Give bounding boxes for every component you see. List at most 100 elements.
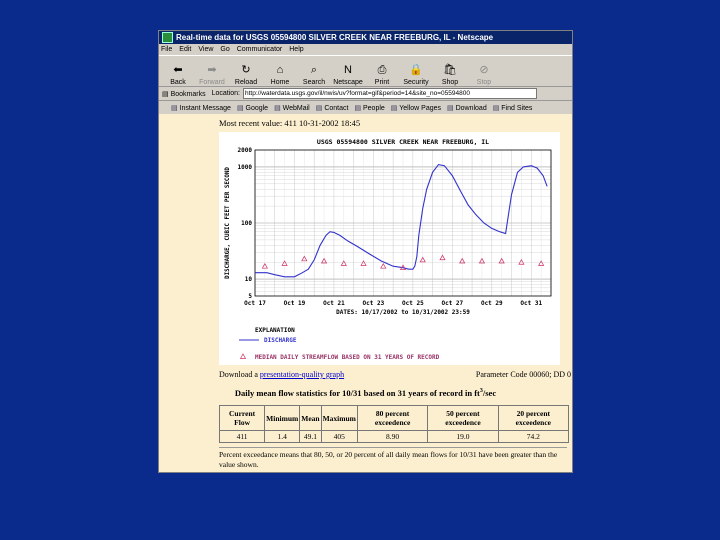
x-tick-label: Oct 23 — [363, 300, 385, 307]
title-bar: Real-time data for USGS 05594800 SILVER … — [159, 31, 572, 44]
forward-arrow-icon: ➡ — [207, 64, 217, 76]
toolbar-label: Back — [170, 79, 186, 86]
menu-help[interactable]: Help — [289, 46, 303, 53]
stats-header: Maximum — [320, 405, 358, 431]
personal-item-find-sites[interactable]: Find Sites — [493, 104, 532, 112]
search-icon: ⌕ — [310, 64, 318, 76]
stats-header: Mean — [299, 405, 322, 431]
discharge-graph: USGS 05594800 SILVER CREEK NEAR FREEBURG… — [219, 132, 560, 365]
x-tick-label: Oct 21 — [323, 300, 345, 307]
shop-icon: 🛍 — [443, 64, 457, 76]
x-tick-label: Oct 25 — [402, 300, 424, 307]
x-tick-label: Oct 29 — [481, 300, 503, 307]
menu-bar: File Edit View Go Communicator Help — [159, 44, 572, 56]
stats-cell: 74.2 — [497, 430, 570, 443]
menu-go[interactable]: Go — [220, 46, 229, 53]
stats-cell: 8.90 — [356, 430, 429, 443]
page-content: Most recent value: 411 10-31-2002 18:45 … — [159, 114, 572, 472]
toolbar-label: Reload — [234, 79, 258, 86]
personal-item-webmail[interactable]: WebMail — [274, 104, 310, 112]
toolbar-label: Netscape — [333, 79, 363, 86]
stats-value-row: 411 1.4 49.1 405 8.90 19.0 74.2 — [218, 430, 570, 443]
menu-file[interactable]: File — [161, 46, 172, 53]
legend-title: EXPLANATION — [255, 327, 295, 334]
stats-cell: 405 — [320, 430, 358, 443]
shop-button[interactable]: 🛍 Shop — [433, 58, 467, 86]
personal-item-people[interactable]: People — [354, 104, 385, 112]
presentation-graph-link[interactable]: presentation-quality graph — [260, 370, 344, 379]
y-tick-label: 2000 — [238, 147, 253, 154]
toolbar-label: Search — [302, 79, 326, 86]
toolbar-label: Shop — [441, 79, 459, 86]
stats-cell: 49.1 — [299, 430, 322, 443]
toolbar-label: Stop — [476, 79, 492, 86]
download-line: Download a presentation-quality graph — [219, 370, 345, 379]
menu-communicator[interactable]: Communicator — [237, 46, 283, 53]
x-tick-label: Oct 27 — [441, 300, 463, 307]
toolbar-label: Print — [374, 79, 390, 86]
lock-icon: 🔒 — [409, 64, 423, 76]
stats-header: Current Flow — [218, 405, 266, 431]
personal-item-download[interactable]: Download — [447, 104, 487, 112]
netscape-app-icon — [162, 32, 173, 43]
toolbar-label: Security — [403, 79, 429, 86]
home-button[interactable]: ⌂ Home — [263, 58, 297, 86]
menu-view[interactable]: View — [198, 46, 213, 53]
x-tick-label: Oct 31 — [520, 300, 542, 307]
y-axis-label: DISCHARGE, CUBIC FEET PER SECOND — [225, 167, 231, 279]
x-tick-label: Oct 17 — [244, 300, 266, 307]
stats-title: Daily mean flow statistics for 10/31 bas… — [234, 388, 497, 398]
stats-cell: 411 — [218, 430, 266, 443]
netscape-button[interactable]: N Netscape — [331, 58, 365, 86]
bookmarks-button[interactable]: ▤ Bookmarks — [162, 90, 206, 98]
location-bar: ▤ Bookmarks Location: — [159, 87, 572, 101]
chart-title: USGS 05594800 SILVER CREEK NEAR FREEBURG… — [317, 138, 489, 146]
reload-button[interactable]: ↻ Reload — [229, 58, 263, 86]
stats-cell: 19.0 — [427, 430, 499, 443]
x-tick-label: Oct 19 — [284, 300, 306, 307]
security-button[interactable]: 🔒 Security — [399, 58, 433, 86]
print-button[interactable]: ⎙ Print — [365, 58, 399, 86]
home-icon: ⌂ — [276, 64, 284, 76]
forward-button[interactable]: ➡ Forward — [195, 58, 229, 86]
x-axis-label: DATES: 10/17/2002 to 10/31/2002 23:59 — [336, 309, 470, 316]
stop-icon: ⊘ — [479, 64, 489, 76]
menu-edit[interactable]: Edit — [179, 46, 191, 53]
stats-header: 20 percent exceedence — [497, 405, 570, 431]
netscape-icon: N — [344, 64, 352, 76]
y-tick-label: 1000 — [238, 164, 253, 171]
y-tick-label: 5 — [248, 293, 252, 300]
back-button[interactable]: ⬅ Back — [161, 58, 195, 86]
bookmark-icon: ▤ — [162, 90, 169, 98]
legend-discharge-label: DISCHARGE — [264, 337, 297, 344]
stats-header: 50 percent exceedence — [427, 405, 499, 431]
personal-item-contact[interactable]: Contact — [316, 104, 348, 112]
legend-median-swatch — [239, 353, 247, 359]
stats-table: Current Flow Minimum Mean Maximum 80 per… — [218, 405, 570, 443]
personal-item-google[interactable]: Google — [237, 104, 269, 112]
stats-header: 80 percent exceedence — [356, 405, 429, 431]
discharge-line — [255, 163, 548, 278]
navigation-toolbar: ⬅ Back ➡ Forward ↻ Reload ⌂ Home ⌕ Search N Netscap… — [159, 56, 572, 87]
location-label: Location: — [211, 90, 241, 97]
print-icon: ⎙ — [377, 64, 387, 76]
parameter-code: Parameter Code 00060; DD 0 — [475, 370, 571, 379]
most-recent-value: Most recent value: 411 10-31-2002 18:45 — [219, 118, 361, 128]
search-button[interactable]: ⌕ Search — [297, 58, 331, 86]
toolbar-label: Home — [270, 79, 290, 86]
legend-median-label: MEDIAN DAILY STREAMFLOW BASED ON 31 YEAR… — [255, 354, 440, 361]
personal-item-instant-message[interactable]: Instant Message — [171, 104, 231, 112]
stats-cell: 1.4 — [264, 430, 301, 443]
browser-window: Real-time data for USGS 05594800 SILVER … — [158, 30, 573, 473]
stats-header: Minimum — [264, 405, 301, 431]
y-tick-label: 100 — [241, 220, 252, 227]
reload-icon: ↻ — [241, 64, 251, 76]
personal-item-yellow-pages[interactable]: Yellow Pages — [391, 104, 441, 112]
y-tick-label: 10 — [245, 276, 253, 283]
exceedance-note: Percent exceedance means that 80, 50, or… — [219, 447, 567, 470]
back-arrow-icon: ⬅ — [173, 64, 183, 76]
stats-header-row: Current Flow Minimum Mean Maximum 80 per… — [218, 405, 570, 431]
url-input[interactable] — [243, 88, 538, 99]
window-title: Real-time data for USGS 05594800 SILVER … — [176, 33, 494, 42]
stop-button[interactable]: ⊘ Stop — [467, 58, 501, 86]
